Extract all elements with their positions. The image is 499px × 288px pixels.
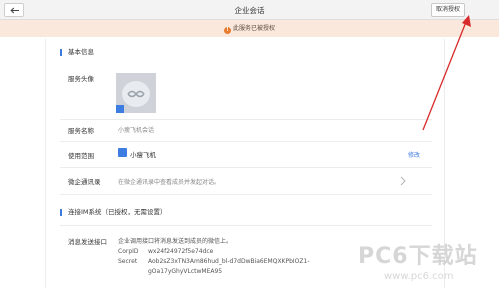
page-title: 企业会话 bbox=[234, 6, 265, 15]
secret-key: Secret bbox=[118, 258, 138, 265]
divider bbox=[60, 167, 432, 168]
notice-text: 此服务已被授权 bbox=[232, 25, 275, 32]
watermark-url: www.pc6.com bbox=[384, 271, 454, 282]
divider bbox=[60, 119, 432, 120]
scope-value: 小瘦飞机 bbox=[130, 151, 156, 159]
service-name-value: 小瘦飞机会话 bbox=[118, 127, 155, 134]
watermark-brand: PC6下载站 bbox=[358, 244, 478, 269]
top-bar: 企业会话 取消授权 bbox=[0, 0, 499, 20]
im-system-heading: 连接IM系统（已授权，无需设置） bbox=[60, 209, 167, 216]
folder-icon bbox=[118, 148, 127, 157]
secret-value-line-2: gOa17yGhyVLctwMEA95 bbox=[148, 268, 223, 275]
message-endpoint-description: 企业调用接口将消息发送到成员的微信上。 bbox=[118, 238, 233, 245]
message-endpoint-label: 消息发送接口 bbox=[68, 238, 107, 246]
avatar-edit-corner[interactable] bbox=[116, 105, 124, 113]
avatar-badge bbox=[122, 81, 150, 107]
corpid-value: wx24f24972f5e74dce bbox=[148, 248, 214, 255]
divider bbox=[60, 225, 432, 226]
revoke-authorization-button[interactable]: 取消授权 bbox=[431, 3, 465, 17]
chevron-right-icon[interactable] bbox=[400, 176, 406, 186]
scope-label: 使用范围 bbox=[68, 152, 94, 160]
plane-logo-icon bbox=[127, 90, 145, 98]
service-name-label: 服务名称 bbox=[68, 127, 94, 135]
corpid-key: CorpID bbox=[118, 248, 139, 255]
wecom-contacts-value: 在微企通讯录中查看成员并发起对话。 bbox=[118, 179, 221, 186]
edit-scope-link[interactable]: 修改 bbox=[408, 150, 420, 159]
basic-info-heading: 基本信息 bbox=[60, 49, 94, 56]
divider bbox=[60, 194, 432, 195]
secret-value-line-1: Aob2sZ3xTN3Am86hud_bl-d7dDwBia6EMQXKPbIO… bbox=[148, 258, 310, 265]
authorized-notice: ! 此服务已被授权 bbox=[0, 20, 499, 37]
service-avatar bbox=[116, 73, 156, 113]
warning-circle-icon: ! bbox=[223, 27, 231, 34]
avatar-label: 服务头像 bbox=[68, 75, 94, 83]
divider bbox=[60, 141, 432, 142]
wecom-contacts-label: 微企通讯录 bbox=[68, 178, 101, 186]
